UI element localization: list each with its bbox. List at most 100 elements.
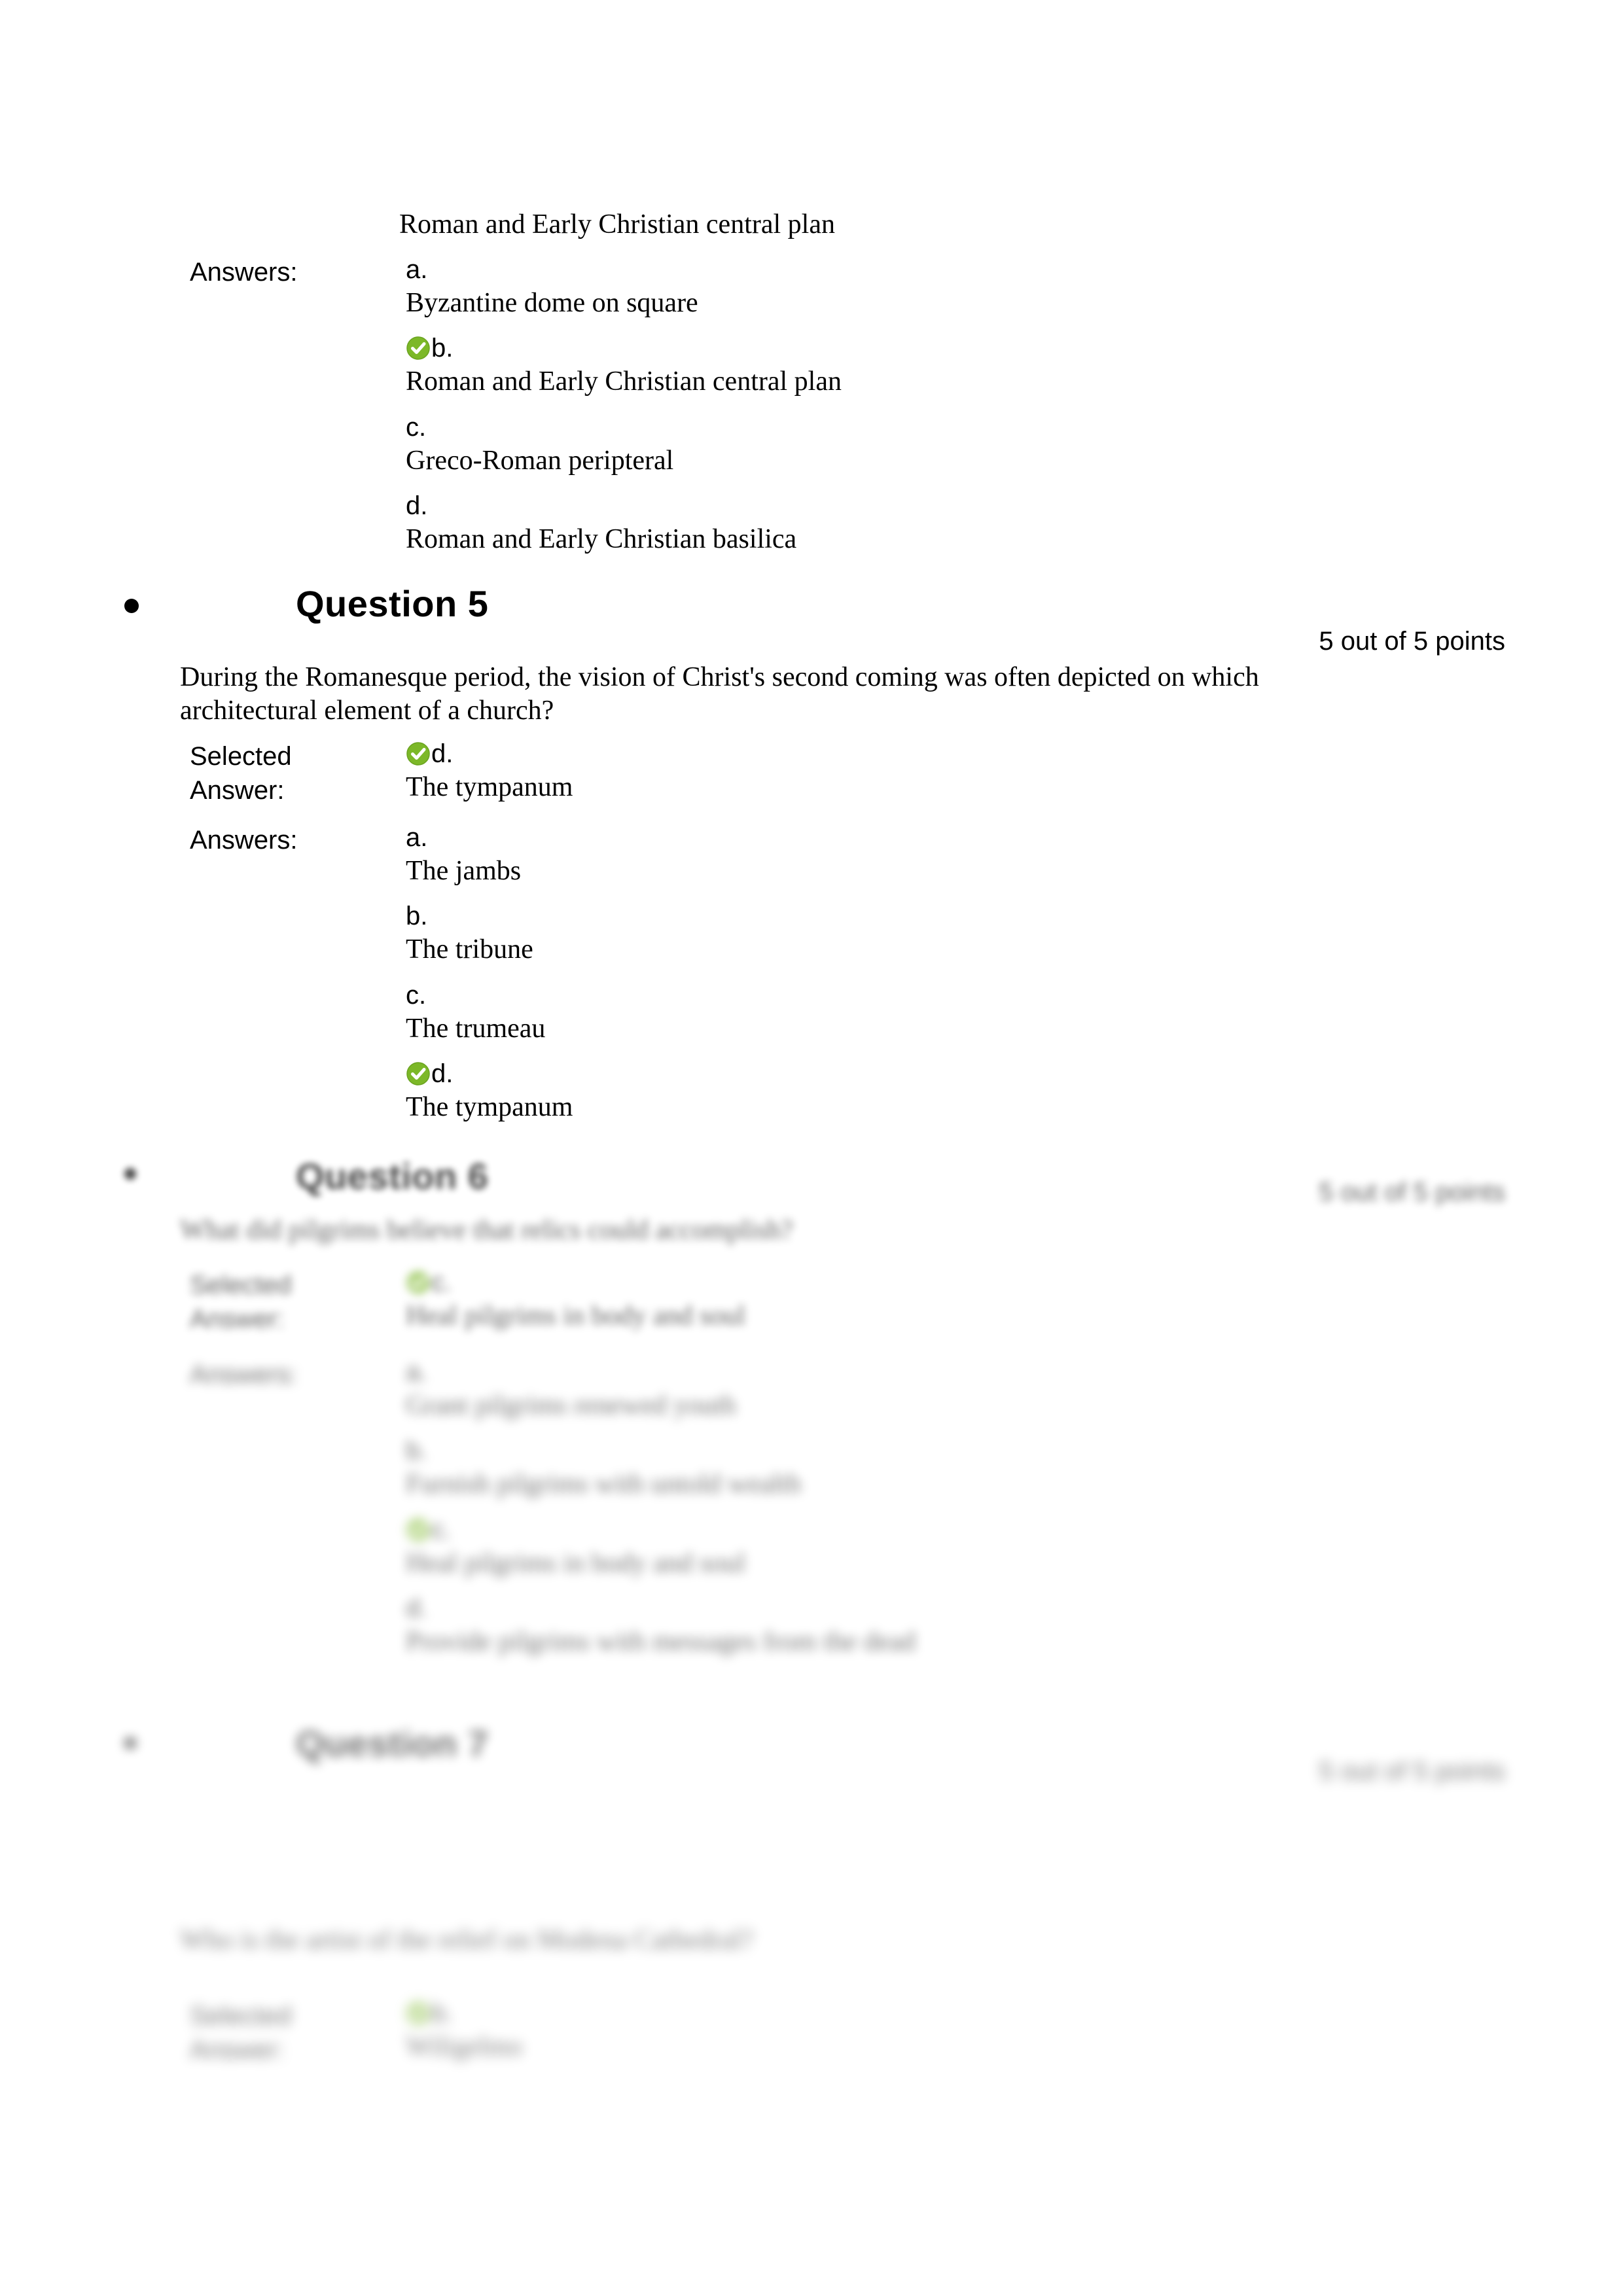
question5-text: During the Romanesque period, the vision… (180, 662, 1259, 726)
option-letter: d. (406, 491, 428, 521)
selected-answer-label-line1: Selected (190, 1271, 292, 1299)
option-letter-row: d. (406, 491, 1499, 520)
answer-option[interactable]: a. The jambs (406, 823, 1499, 887)
option-text: Heal pilgrims in body and soul (406, 1301, 746, 1331)
option-letter-row: c. (406, 413, 1499, 442)
option-letter: a. (406, 1358, 428, 1386)
answer-option[interactable]: b. The tribune (406, 902, 1499, 966)
question7-bullet (124, 1737, 136, 1749)
question7-heading: Question 7 (296, 1723, 489, 1764)
option-text: Grant pilgrims renewed youth (406, 1390, 737, 1421)
answer-option[interactable]: d. The tympanum (406, 1059, 1499, 1123)
option-text: Heal pilgrims in body and soul (406, 1547, 746, 1578)
selected-option: b. Wiligelmo (406, 1999, 1499, 2063)
selected-answer-label-line1: Selected (190, 742, 292, 771)
option-letter: b. (431, 1999, 454, 2028)
answer-option[interactable]: d. Provide pilgrims with messages from t… (406, 1594, 1499, 1658)
answer-option[interactable]: c. Heal pilgrims in body and soul (406, 1515, 1499, 1580)
answer-option[interactable]: a. Grant pilgrims renewed youth (406, 1358, 1499, 1422)
option-text: The tympanum (406, 772, 573, 802)
correct-check-icon (406, 1061, 431, 1086)
option-letter-row: b. (406, 902, 1499, 930)
answers-label: Answers: (190, 826, 298, 855)
option-letter: b. (431, 334, 454, 363)
answer-option[interactable]: c. Greco-Roman peripteral (406, 413, 1499, 477)
option-letter-row: b. (406, 1436, 1499, 1465)
question6-answers-row: Answers: a. Grant pilgrims renewed youth… (190, 1358, 1499, 1673)
question5-selected-answer: d. The tympanum (406, 739, 1499, 804)
option-letter: a. (406, 255, 428, 284)
option-text: The trumeau (406, 1013, 546, 1044)
correct-check-icon (406, 2001, 431, 2026)
question6-bullet (124, 1168, 136, 1180)
question4-answer-list: a. Byzantine dome on square b. Roman and… (406, 255, 1499, 571)
option-letter: d. (406, 1594, 428, 1623)
option-letter-row: c. (406, 1515, 1499, 1544)
question5-bullet (124, 599, 139, 613)
option-text: The jambs (406, 856, 522, 886)
answers-label: Answers: (190, 1360, 298, 1389)
option-letter: c. (431, 1268, 452, 1297)
answer-option[interactable]: d. Roman and Early Christian basilica (406, 491, 1499, 556)
option-letter-row: d. (406, 1594, 1499, 1623)
correct-check-icon (406, 1270, 431, 1295)
option-text: Roman and Early Christian basilica (406, 524, 797, 555)
option-letter-row: a. (406, 255, 1499, 284)
option-letter: d. (431, 739, 454, 768)
question5-selected-row: Selected Answer: d. The tympanum (190, 739, 1499, 807)
question6-heading: Question 6 (296, 1156, 489, 1197)
option-letter: b. (406, 1436, 428, 1466)
question4-stem-continuation: Roman and Early Christian central plan (399, 209, 835, 239)
selected-answer-label: Selected Answer: (190, 1999, 406, 2067)
question6-text: What did pilgrims believe that relics co… (180, 1215, 793, 1245)
selected-answer-label: Selected Answer: (190, 739, 406, 807)
option-letter: c. (406, 412, 427, 442)
correct-check-icon (406, 741, 431, 766)
option-text: The tribune (406, 934, 533, 965)
correct-check-icon (406, 1517, 431, 1542)
option-text: Byzantine dome on square (406, 288, 698, 318)
question7-text: Who is the artist of the relief on Moden… (180, 1925, 753, 1955)
selected-answer-label: Selected Answer: (190, 1268, 406, 1336)
question7-selected-answer: b. Wiligelmo (406, 1999, 1499, 2063)
option-text: Provide pilgrims with messages from the … (406, 1627, 916, 1657)
question6-selected-row: Selected Answer: c. Heal pilgrims in bod… (190, 1268, 1499, 1336)
option-text: The tympanum (406, 1092, 573, 1123)
option-letter-row: c. (406, 1268, 1499, 1297)
selected-answer-label-line1: Selected (190, 2002, 292, 2030)
option-letter-row: b. (406, 334, 1499, 362)
answer-option[interactable]: a. Byzantine dome on square (406, 255, 1499, 319)
question7-selected-row: Selected Answer: b. Wiligelmo (190, 1999, 1499, 2067)
question5-points: 5 out of 5 points (1319, 627, 1505, 656)
option-letter: a. (406, 823, 428, 852)
option-letter: c. (431, 1515, 452, 1544)
option-text: Roman and Early Christian central plan (406, 366, 842, 397)
option-letter-row: c. (406, 981, 1499, 1010)
selected-answer-label-line2: Answer: (190, 776, 285, 805)
correct-check-icon (406, 336, 431, 361)
selected-option: d. The tympanum (406, 739, 1499, 804)
option-letter: c. (406, 980, 427, 1010)
selected-answer-label-line2: Answer: (190, 2036, 285, 2064)
option-text: Wiligelmo (406, 2032, 522, 2062)
selected-answer-label-line2: Answer: (190, 1305, 285, 1333)
option-letter-row: d. (406, 1059, 1499, 1088)
option-text: Furnish pilgrims with untold wealth (406, 1469, 802, 1500)
question5-heading: Question 5 (296, 583, 489, 624)
question6-selected-answer: c. Heal pilgrims in body and soul (406, 1268, 1499, 1332)
answers-label: Answers: (190, 258, 298, 287)
selected-option: c. Heal pilgrims in body and soul (406, 1268, 1499, 1332)
answer-option[interactable]: b. Furnish pilgrims with untold wealth (406, 1436, 1499, 1500)
question5-answer-list: a. The jambs b. The tribune c. The trume… (406, 823, 1499, 1139)
question6-answer-list: a. Grant pilgrims renewed youth b. Furni… (406, 1358, 1499, 1673)
option-letter-row: a. (406, 1358, 1499, 1386)
question5-answers-row: Answers: a. The jambs b. The tribune c. … (190, 823, 1499, 1139)
question4-answers-row: Answers: a. Byzantine dome on square b. … (190, 255, 1499, 571)
question6-points: 5 out of 5 points (1319, 1178, 1505, 1207)
option-letter: b. (406, 902, 428, 931)
answer-option[interactable]: b. Roman and Early Christian central pla… (406, 334, 1499, 398)
option-text: Greco-Roman peripteral (406, 445, 674, 476)
answer-option[interactable]: c. The trumeau (406, 981, 1499, 1045)
option-letter-row: d. (406, 739, 1499, 768)
question7-points: 5 out of 5 points (1319, 1757, 1505, 1786)
